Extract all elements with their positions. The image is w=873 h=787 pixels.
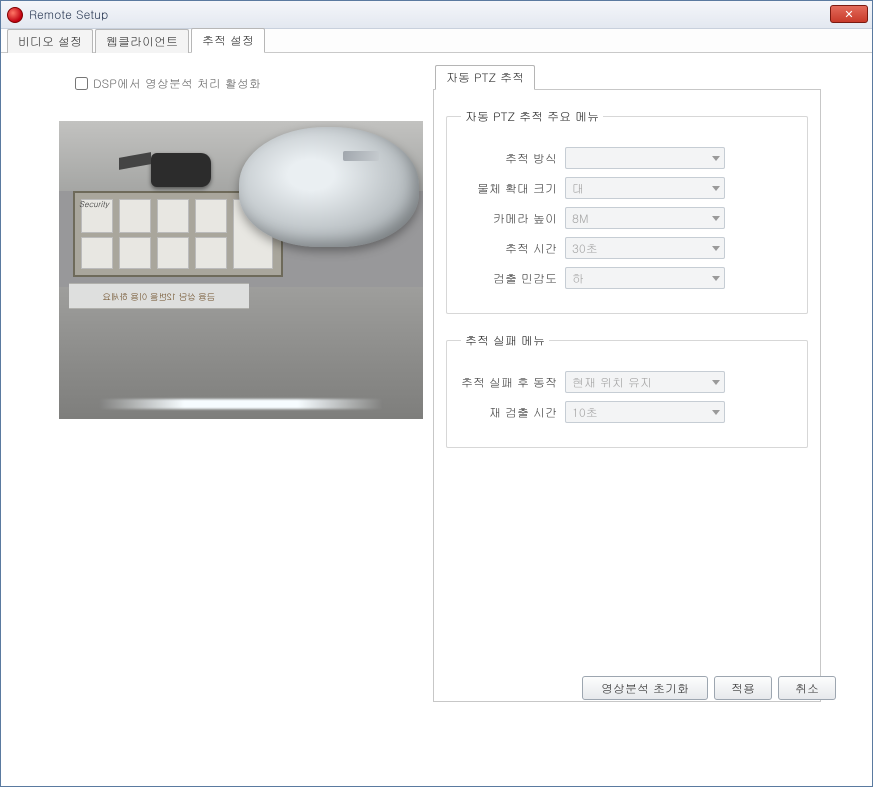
inner-tabstrip: 자동 PTZ 추적 [435, 67, 821, 89]
chevron-down-icon [712, 246, 720, 251]
cancel-button[interactable]: 취소 [778, 676, 836, 700]
group-fail-legend: 추적 실패 메뉴 [461, 332, 549, 349]
select-detection-sensitivity[interactable]: 하 [565, 267, 725, 289]
video-security-label: Security [79, 199, 109, 210]
chevron-down-icon [712, 380, 720, 385]
remote-setup-window: Remote Setup ✕ 비디오 설정 웹클라이언트 추적 설정 DSP에서… [0, 0, 873, 787]
row-redetect-time: 재 검출 시간 10초 [459, 401, 795, 423]
select-object-zoom-size[interactable]: 대 [565, 177, 725, 199]
label-camera-height: 카메라 높이 [459, 210, 565, 227]
tab-video-settings[interactable]: 비디오 설정 [7, 29, 93, 53]
tab-auto-ptz-tracking[interactable]: 자동 PTZ 추적 [435, 65, 535, 90]
row-object-zoom-size: 물체 확대 크기 대 [459, 177, 795, 199]
content-area: DSP에서 영상분석 처리 활성화 Security 금융 상담 12번을 이용… [1, 53, 872, 786]
group-tracking-fail: 추적 실패 메뉴 추적 실패 후 동작 현재 위치 유지 재 검출 시간 10초 [446, 332, 808, 448]
chevron-down-icon [712, 216, 720, 221]
row-detection-sensitivity: 검출 민감도 하 [459, 267, 795, 289]
reset-analysis-button[interactable]: 영상분석 초기화 [582, 676, 708, 700]
chevron-down-icon [712, 276, 720, 281]
close-button[interactable]: ✕ [830, 5, 868, 23]
button-label: 영상분석 초기화 [601, 680, 689, 697]
video-banner-text: 금융 상담 12번을 이용 하세요 [69, 283, 249, 309]
label-detection-sensitivity: 검출 민감도 [459, 270, 565, 287]
button-label: 적용 [731, 680, 755, 697]
main-tabstrip: 비디오 설정 웹클라이언트 추적 설정 [1, 29, 872, 53]
row-camera-height: 카메라 높이 8M [459, 207, 795, 229]
group-main-tracking: 자동 PTZ 추적 주요 메뉴 추적 방식 물체 확대 크기 대 [446, 108, 808, 314]
label-redetect-time: 재 검출 시간 [459, 404, 565, 421]
select-value: 하 [572, 270, 584, 287]
select-camera-height[interactable]: 8M [565, 207, 725, 229]
right-column: 자동 PTZ 추적 자동 PTZ 추적 주요 메뉴 추적 방식 물체 확대 크기 [433, 67, 821, 701]
label-object-zoom-size: 물체 확대 크기 [459, 180, 565, 197]
chevron-down-icon [712, 156, 720, 161]
select-redetect-time[interactable]: 10초 [565, 401, 725, 423]
dsp-enable-row[interactable]: DSP에서 영상분석 처리 활성화 [75, 75, 261, 92]
tab-tracking-settings[interactable]: 추적 설정 [191, 28, 265, 53]
label-tracking-method: 추적 방식 [459, 150, 565, 167]
select-value: 8M [572, 210, 589, 227]
tracking-panel: 자동 PTZ 추적 주요 메뉴 추적 방식 물체 확대 크기 대 [433, 89, 821, 702]
bottom-button-row: 영상분석 초기화 적용 취소 [582, 676, 836, 700]
left-column: Security 금융 상담 12번을 이용 하세요 [59, 121, 423, 419]
tab-web-client[interactable]: 웹클라이언트 [95, 29, 189, 53]
select-tracking-method[interactable] [565, 147, 725, 169]
select-value: 현재 위치 유지 [572, 374, 652, 391]
select-value: 대 [572, 180, 584, 197]
titlebar: Remote Setup ✕ [1, 1, 872, 29]
select-fail-action[interactable]: 현재 위치 유지 [565, 371, 725, 393]
tab-label: 웹클라이언트 [106, 33, 178, 50]
inner-tab-label: 자동 PTZ 추적 [446, 69, 524, 86]
row-fail-action: 추적 실패 후 동작 현재 위치 유지 [459, 371, 795, 393]
window-title: Remote Setup [29, 6, 108, 23]
lg-logo-icon [7, 7, 23, 23]
dsp-enable-checkbox[interactable] [75, 77, 88, 90]
dsp-enable-label: DSP에서 영상분석 처리 활성화 [93, 75, 261, 92]
chevron-down-icon [712, 186, 720, 191]
select-value: 30초 [572, 240, 598, 257]
group-main-legend: 자동 PTZ 추적 주요 메뉴 [461, 108, 603, 125]
video-preview: Security 금융 상담 12번을 이용 하세요 [59, 121, 423, 419]
close-icon: ✕ [844, 7, 853, 22]
select-value: 10초 [572, 404, 598, 421]
row-tracking-method: 추적 방식 [459, 147, 795, 169]
chevron-down-icon [712, 410, 720, 415]
select-tracking-time[interactable]: 30초 [565, 237, 725, 259]
tab-label: 추적 설정 [202, 32, 254, 49]
tab-label: 비디오 설정 [18, 33, 82, 50]
apply-button[interactable]: 적용 [714, 676, 772, 700]
button-label: 취소 [795, 680, 819, 697]
label-fail-action: 추적 실패 후 동작 [459, 374, 565, 391]
row-tracking-time: 추적 시간 30초 [459, 237, 795, 259]
label-tracking-time: 추적 시간 [459, 240, 565, 257]
